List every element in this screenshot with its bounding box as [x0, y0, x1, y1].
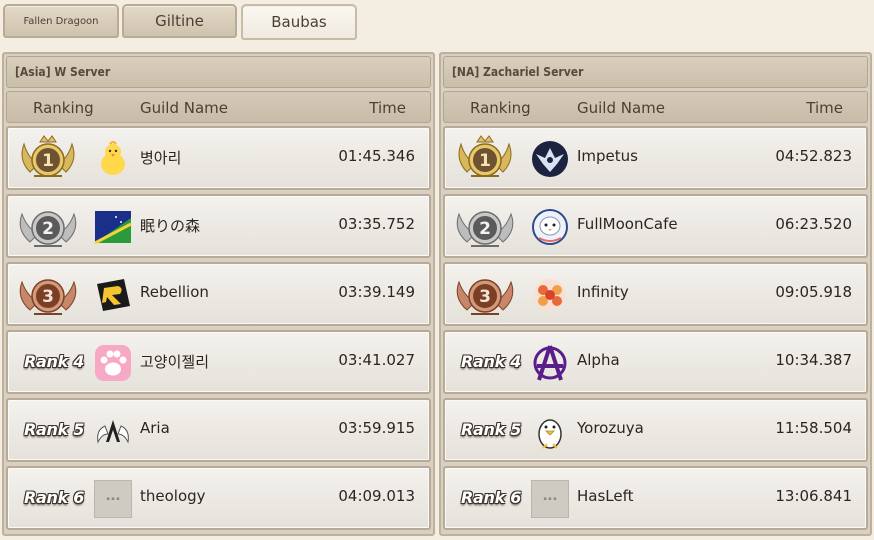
gold-medal-icon: 1: [458, 135, 512, 177]
guild-name[interactable]: HasLeft: [577, 487, 634, 505]
guild-name[interactable]: 고양이젤리: [140, 351, 209, 372]
clear-time: 13:06.841: [775, 487, 852, 505]
ranking-row: 2 眠りの森 03:35.752: [6, 194, 431, 258]
ranking-panel-na: [NA] Zachariel Server Ranking Guild Name…: [439, 52, 872, 536]
clear-time: 11:58.504: [775, 419, 852, 437]
medal-number: 3: [479, 287, 491, 307]
clear-time: 03:41.027: [338, 351, 415, 369]
chick-emblem-icon: [94, 140, 132, 178]
medal-number: 1: [479, 151, 491, 171]
medal-number: 3: [42, 287, 54, 307]
rank-label: Rank 6: [461, 488, 522, 507]
server-title: [Asia] W Server: [6, 56, 431, 88]
time-header: Time: [806, 99, 843, 117]
guild-name[interactable]: Infinity: [577, 283, 629, 301]
tab-baubas[interactable]: Baubas: [241, 4, 357, 40]
bronze-medal-icon: 3: [19, 279, 77, 315]
guild-name[interactable]: 병아리: [140, 147, 181, 168]
clear-time: 03:35.752: [338, 215, 415, 233]
clear-time: 03:59.915: [338, 419, 415, 437]
clear-time: 04:52.823: [775, 147, 852, 165]
tab-bar: Fallen Dragoon Giltine Baubas: [0, 0, 874, 44]
silver-medal-icon: 2: [456, 211, 514, 247]
guild-name-header: Guild Name: [577, 99, 666, 117]
clear-time: 09:05.918: [775, 283, 852, 301]
column-header: Ranking Guild Name Time: [6, 91, 431, 123]
rank-label: Rank 6: [24, 488, 85, 507]
ranking-row: Rank 6 ▪ ▪ ▪ HasLeft 13:06.841: [443, 466, 868, 530]
ranking-row: Rank 5 Yorozuya 11:58.504: [443, 398, 868, 462]
ranking-header: Ranking: [33, 99, 94, 117]
bronze-medal-icon: 3: [456, 279, 514, 315]
penguin-emblem-icon: [531, 412, 569, 450]
ranking-row: 1 병아리 01:45.346: [6, 126, 431, 190]
rank-label: Rank 5: [24, 420, 85, 439]
clear-time: 06:23.520: [775, 215, 852, 233]
rank-label: Rank 4: [24, 352, 85, 371]
moon-flag-emblem-icon: [94, 208, 132, 246]
medal-number: 1: [42, 151, 54, 171]
rank-label: Rank 5: [461, 420, 522, 439]
ranking-row: Rank 6 ▪ ▪ ▪ theology 04:09.013: [6, 466, 431, 530]
guild-name[interactable]: Rebellion: [140, 283, 209, 301]
bird-emblem-icon: [531, 208, 569, 246]
phoenix-emblem-icon: [531, 140, 569, 178]
ranking-row: 3 Rebellion 03:39.149: [6, 262, 431, 326]
medal-number: 2: [479, 219, 491, 239]
placeholder-emblem-icon: ▪ ▪ ▪: [531, 480, 569, 518]
tab-giltine[interactable]: Giltine: [122, 4, 237, 38]
rank-label: Rank 4: [461, 352, 522, 371]
ranking-row: Rank 5 Aria 03:59.915: [6, 398, 431, 462]
ranking-row: Rank 4 고양이젤리 03:41.027: [6, 330, 431, 394]
gold-medal-icon: 1: [21, 135, 75, 177]
silver-medal-icon: 2: [19, 211, 77, 247]
ranking-row: 1 Impetus 04:52.823: [443, 126, 868, 190]
wings-emblem-icon: [94, 412, 132, 450]
guild-name[interactable]: Impetus: [577, 147, 638, 165]
ranking-header: Ranking: [470, 99, 531, 117]
guild-name-header: Guild Name: [140, 99, 229, 117]
rebellion-emblem-icon: [94, 276, 132, 314]
clear-time: 03:39.149: [338, 283, 415, 301]
ranking-panel-asia: [Asia] W Server Ranking Guild Name Time …: [2, 52, 435, 536]
clear-time: 10:34.387: [775, 351, 852, 369]
ranking-row: 3 Infinity 09:05.918: [443, 262, 868, 326]
column-header: Ranking Guild Name Time: [443, 91, 868, 123]
guild-name[interactable]: Alpha: [577, 351, 620, 369]
clear-time: 04:09.013: [338, 487, 415, 505]
guild-name[interactable]: 眠りの森: [140, 215, 200, 236]
clear-time: 01:45.346: [338, 147, 415, 165]
guild-name[interactable]: Yorozuya: [577, 419, 644, 437]
ranking-row: Rank 4 Alpha 10:34.387: [443, 330, 868, 394]
placeholder-emblem-icon: ▪ ▪ ▪: [94, 480, 132, 518]
time-header: Time: [369, 99, 406, 117]
guild-name[interactable]: theology: [140, 487, 206, 505]
guild-name[interactable]: Aria: [140, 419, 170, 437]
tab-fallen-dragoon[interactable]: Fallen Dragoon: [3, 4, 119, 38]
ranking-row: 2 FullMoonCafe 06:23.520: [443, 194, 868, 258]
medal-number: 2: [42, 219, 54, 239]
anarchy-emblem-icon: [531, 344, 569, 382]
guild-name[interactable]: FullMoonCafe: [577, 215, 678, 233]
flower-emblem-icon: [531, 276, 569, 314]
server-title: [NA] Zachariel Server: [443, 56, 868, 88]
paw-emblem-icon: [94, 344, 132, 382]
